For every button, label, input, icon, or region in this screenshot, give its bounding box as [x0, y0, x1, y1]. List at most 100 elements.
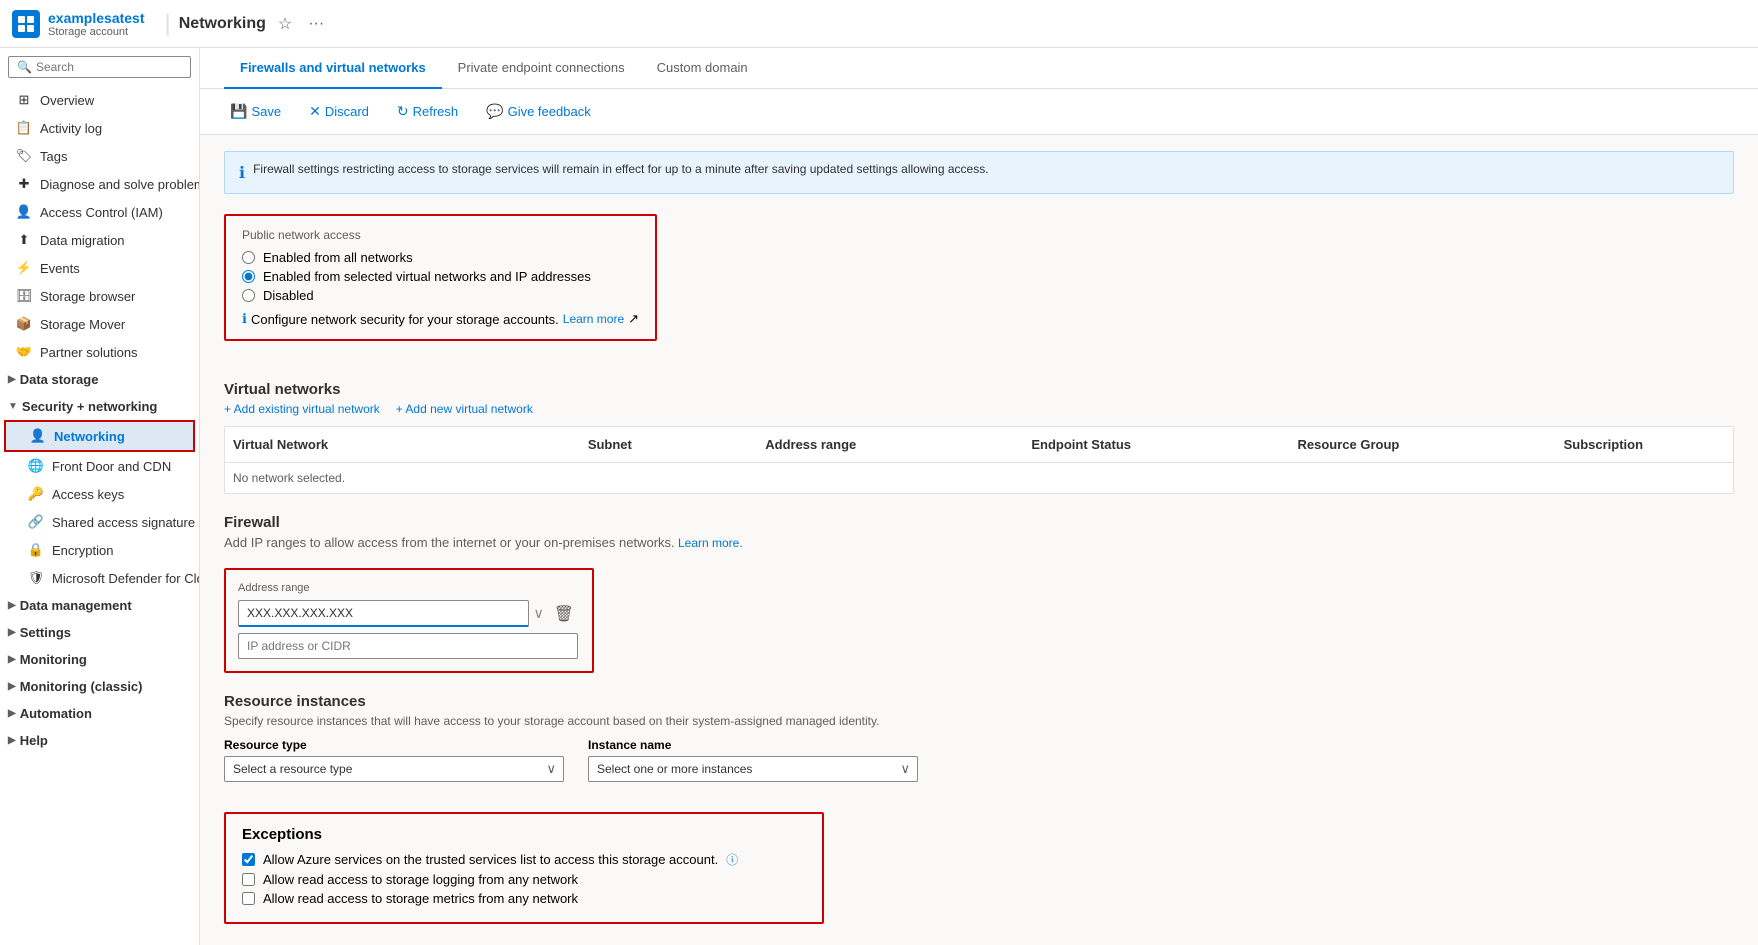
main-content: Firewalls and virtual networks Private e… [200, 48, 1758, 945]
th-subscription: Subscription [1556, 433, 1733, 456]
no-network-text: No network selected. [225, 463, 1733, 493]
sidebar-item-front-door[interactable]: 🌐 Front Door and CDN [0, 452, 199, 480]
sidebar: 🔍 ⊞ Overview 📋 Activity log 🏷 Tags ✚ Dia… [0, 48, 200, 945]
sidebar-item-access-control[interactable]: 👤 Access Control (IAM) [0, 198, 199, 226]
storage-browser-icon: 🗄 [16, 288, 32, 304]
sidebar-item-tags[interactable]: 🏷 Tags [0, 142, 199, 170]
resource-type-select[interactable]: Select a resource type [224, 756, 564, 782]
sidebar-item-access-keys[interactable]: 🔑 Access keys [0, 480, 199, 508]
tab-custom-domain[interactable]: Custom domain [641, 48, 764, 89]
radio-disabled-label: Disabled [263, 288, 314, 303]
diagnose-label: Diagnose and solve problems [40, 177, 200, 192]
firewall-learn-more[interactable]: Learn more. [678, 536, 743, 550]
add-existing-vnet-button[interactable]: + Add existing virtual network [224, 402, 380, 416]
cidr-row [238, 633, 580, 659]
sidebar-item-storage-browser[interactable]: 🗄 Storage browser [0, 282, 199, 310]
exception-read-logging-label: Allow read access to storage logging fro… [263, 872, 578, 887]
favorite-button[interactable]: ☆ [274, 10, 296, 38]
sidebar-item-encryption[interactable]: 🔒 Encryption [0, 536, 199, 564]
radio-disabled[interactable]: Disabled [242, 288, 639, 303]
exception-trusted-services[interactable]: Allow Azure services on the trusted serv… [242, 851, 806, 868]
search-wrapper[interactable]: 🔍 [8, 56, 191, 78]
radio-all-networks-input[interactable] [242, 251, 255, 264]
account-type: Storage account [48, 26, 145, 38]
feedback-label: Give feedback [508, 104, 591, 119]
tab-firewalls[interactable]: Firewalls and virtual networks [224, 48, 442, 89]
address-input-row: ∨ 🗑 [238, 600, 580, 627]
sidebar-item-shared-access[interactable]: 🔗 Shared access signature [0, 508, 199, 536]
sidebar-item-partner-solutions[interactable]: 🤝 Partner solutions [0, 338, 199, 366]
shared-access-label: Shared access signature [52, 515, 195, 530]
cidr-input[interactable] [238, 633, 578, 659]
sidebar-item-networking[interactable]: 👤 Networking [4, 420, 195, 452]
sidebar-item-data-migration[interactable]: ⬆ Data migration [0, 226, 199, 254]
sidebar-item-overview[interactable]: ⊞ Overview [0, 86, 199, 114]
events-icon: ⚡ [16, 260, 32, 276]
save-button[interactable]: 💾 Save [224, 99, 287, 124]
monitoring-classic-label: Monitoring (classic) [20, 679, 143, 694]
sidebar-item-activity-log[interactable]: 📋 Activity log [0, 114, 199, 142]
refresh-label: Refresh [413, 104, 459, 119]
exception-read-metrics-checkbox[interactable] [242, 892, 255, 905]
search-icon: 🔍 [17, 60, 32, 74]
main-layout: 🔍 ⊞ Overview 📋 Activity log 🏷 Tags ✚ Dia… [0, 48, 1758, 945]
discard-button[interactable]: ✕ Discard [303, 99, 375, 124]
content-body: ℹ Firewall settings restricting access t… [200, 135, 1758, 945]
delete-ip-button[interactable]: 🗑 [548, 602, 580, 626]
exception-read-metrics[interactable]: Allow read access to storage metrics fro… [242, 891, 806, 906]
exception-read-logging-checkbox[interactable] [242, 873, 255, 886]
sidebar-item-storage-mover[interactable]: 📦 Storage Mover [0, 310, 199, 338]
save-label: Save [251, 104, 281, 119]
instance-name-select[interactable]: Select one or more instances [588, 756, 918, 782]
search-input[interactable] [36, 60, 182, 74]
sidebar-nav: ⊞ Overview 📋 Activity log 🏷 Tags ✚ Diagn… [0, 86, 199, 945]
section-automation[interactable]: ▶ Automation [0, 700, 199, 727]
section-security-networking[interactable]: ▼ Security + networking [0, 393, 199, 420]
page-title: Networking [179, 15, 266, 33]
add-new-vnet-button[interactable]: + Add new virtual network [396, 402, 533, 416]
front-door-icon: 🌐 [28, 458, 44, 474]
exception-read-logging[interactable]: Allow read access to storage logging fro… [242, 872, 806, 887]
firewall-desc: Add IP ranges to allow access from the i… [224, 535, 1734, 550]
data-management-label: Data management [20, 598, 132, 613]
resource-type-label: Resource type [224, 738, 564, 752]
diagnose-icon: ✚ [16, 176, 32, 192]
section-data-storage[interactable]: ▶ Data storage [0, 366, 199, 393]
top-header: examplesatest Storage account | Networki… [0, 0, 1758, 48]
radio-selected-networks-input[interactable] [242, 270, 255, 283]
th-endpoint-status: Endpoint Status [1023, 433, 1289, 456]
activity-log-label: Activity log [40, 121, 102, 136]
radio-selected-networks[interactable]: Enabled from selected virtual networks a… [242, 269, 639, 284]
radio-all-networks[interactable]: Enabled from all networks [242, 250, 639, 265]
configure-learn-more[interactable]: Learn more [563, 312, 624, 326]
dropdown-arrow: ∨ [533, 605, 543, 622]
access-control-label: Access Control (IAM) [40, 205, 163, 220]
ip-address-input[interactable] [238, 600, 529, 627]
data-storage-label: Data storage [20, 372, 99, 387]
sidebar-item-events[interactable]: ⚡ Events [0, 254, 199, 282]
section-help[interactable]: ▶ Help [0, 727, 199, 754]
section-monitoring[interactable]: ▶ Monitoring [0, 646, 199, 673]
access-control-icon: 👤 [16, 204, 32, 220]
feedback-icon: 💬 [486, 103, 503, 120]
address-range-label: Address range [238, 582, 580, 594]
sidebar-item-diagnose[interactable]: ✚ Diagnose and solve problems [0, 170, 199, 198]
feedback-button[interactable]: 💬 Give feedback [480, 99, 597, 124]
storage-mover-icon: 📦 [16, 316, 32, 332]
th-virtual-network: Virtual Network [225, 433, 580, 456]
section-data-management[interactable]: ▶ Data management [0, 592, 199, 619]
section-settings[interactable]: ▶ Settings [0, 619, 199, 646]
monitoring-chevron: ▶ [8, 654, 16, 665]
access-keys-icon: 🔑 [28, 486, 44, 502]
resource-instances-section: Resource instances Specify resource inst… [224, 693, 1734, 782]
exception-trusted-label: Allow Azure services on the trusted serv… [263, 852, 718, 867]
refresh-button[interactable]: ↻ Refresh [391, 99, 464, 124]
tab-private-endpoints[interactable]: Private endpoint connections [442, 48, 641, 89]
radio-disabled-input[interactable] [242, 289, 255, 302]
section-monitoring-classic[interactable]: ▶ Monitoring (classic) [0, 673, 199, 700]
more-options-button[interactable]: ··· [304, 10, 328, 38]
exception-read-metrics-label: Allow read access to storage metrics fro… [263, 891, 578, 906]
exception-info-icon[interactable]: ⓘ [726, 851, 738, 868]
sidebar-item-defender[interactable]: 🛡 Microsoft Defender for Cloud [0, 564, 199, 592]
exception-trusted-checkbox[interactable] [242, 853, 255, 866]
